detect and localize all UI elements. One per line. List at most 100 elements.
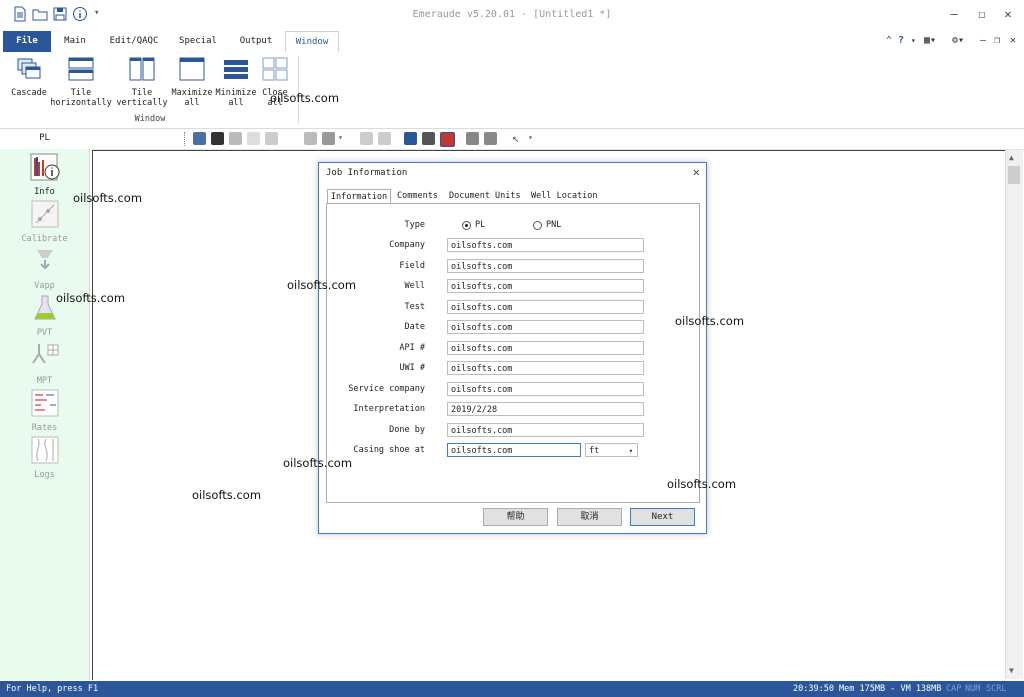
help-dropdown-icon[interactable]: ▾ bbox=[911, 33, 916, 49]
tool-a-icon[interactable] bbox=[466, 132, 479, 145]
company-label: Company bbox=[389, 240, 425, 250]
ribbon-minimize-button[interactable]: – bbox=[980, 33, 986, 49]
date-field[interactable]: oilsofts.com bbox=[447, 320, 644, 334]
tile-vertically-icon bbox=[129, 57, 155, 81]
status-scrl: SCRL bbox=[986, 684, 1007, 694]
cascade-label: Cascade bbox=[11, 88, 47, 98]
casing-unit-select[interactable]: ft ▾ bbox=[585, 443, 638, 457]
chevron-down-icon: ▾ bbox=[628, 447, 633, 455]
grid-icon[interactable] bbox=[247, 132, 260, 145]
ribbon-collapse-icon[interactable]: ⌃ bbox=[886, 33, 892, 49]
maximize-window-button[interactable]: ☐ bbox=[968, 3, 996, 25]
service-company-label: Service company bbox=[348, 384, 425, 394]
tab-output[interactable]: Output bbox=[232, 31, 280, 52]
type-pl-label: PL bbox=[475, 220, 486, 230]
zoom-icon[interactable] bbox=[265, 132, 278, 145]
tools-icon[interactable]: ⚙▾ bbox=[952, 33, 964, 49]
close-window-button[interactable]: ✕ bbox=[994, 3, 1022, 25]
ribbon-restore-button[interactable]: ❐ bbox=[994, 33, 1000, 49]
tile-vertically-button[interactable]: Tile vertically bbox=[116, 56, 168, 108]
vertical-scrollbar[interactable]: ▲ ▼ bbox=[1005, 150, 1023, 679]
home-icon[interactable] bbox=[193, 132, 206, 145]
close-all-icon bbox=[262, 57, 288, 81]
sidebar-item-calibrate[interactable]: Calibrate bbox=[0, 199, 89, 244]
done-by-field[interactable]: oilsofts.com bbox=[447, 423, 644, 437]
redo-icon[interactable] bbox=[378, 132, 391, 145]
minimize-all-button[interactable]: Minimize all bbox=[214, 56, 258, 108]
test-label: Test bbox=[404, 302, 425, 312]
refresh-icon[interactable] bbox=[304, 132, 317, 145]
sidebar-item-mpt[interactable]: MPT bbox=[0, 341, 89, 386]
maximize-all-button[interactable]: Maximize all bbox=[170, 56, 214, 108]
tab-file[interactable]: File bbox=[3, 31, 51, 52]
type-pl-radio[interactable] bbox=[462, 221, 471, 230]
api-field[interactable]: oilsofts.com bbox=[447, 341, 644, 355]
tab-document-units[interactable]: Document Units bbox=[449, 189, 521, 203]
calibrate-icon bbox=[31, 200, 58, 228]
sidebar-item-label: Rates bbox=[31, 423, 58, 433]
tile-horizontally-button[interactable]: Tile horizontally bbox=[50, 56, 112, 108]
tab-well-location[interactable]: Well Location bbox=[531, 189, 598, 203]
information-tab-panel: Type PL PNL Company oilsofts.com Field o… bbox=[326, 203, 700, 503]
interpretation-field[interactable]: 2019/2/28 bbox=[447, 402, 644, 416]
scroll-down-icon[interactable]: ▼ bbox=[1009, 666, 1014, 675]
panel-label: PL bbox=[39, 133, 50, 143]
test-field[interactable]: oilsofts.com bbox=[447, 300, 644, 314]
tab-main[interactable]: Main bbox=[56, 31, 94, 52]
ribbon-close-button[interactable]: ✕ bbox=[1010, 33, 1016, 49]
company-field[interactable]: oilsofts.com bbox=[447, 238, 644, 252]
scroll-up-icon[interactable]: ▲ bbox=[1009, 153, 1014, 162]
date-label: Date bbox=[404, 322, 425, 332]
layout-icon[interactable]: ▦▾ bbox=[924, 33, 936, 49]
watermark-text: oilsofts.com bbox=[283, 456, 353, 470]
undo-icon[interactable] bbox=[360, 132, 373, 145]
status-memory-text: 20:39:50 Mem 175MB - VM 138MB bbox=[793, 684, 942, 694]
field-field[interactable]: oilsofts.com bbox=[447, 259, 644, 273]
watermark-text: oilsofts.com bbox=[667, 477, 737, 491]
cascade-button[interactable]: Cascade bbox=[6, 56, 52, 98]
sidebar-item-vapp[interactable]: Vapp bbox=[0, 246, 89, 291]
view-dropdown-icon[interactable]: ▾ bbox=[338, 133, 343, 142]
help-button[interactable]: 帮助 bbox=[483, 508, 548, 526]
flow-icon[interactable] bbox=[440, 132, 455, 147]
watermark-text: oilsofts.com bbox=[192, 488, 262, 502]
sidebar-item-label: PVT bbox=[36, 328, 53, 338]
tile-vertically-label: Tile vertically bbox=[116, 88, 168, 108]
service-company-field[interactable]: oilsofts.com bbox=[447, 382, 644, 396]
dialog-close-icon[interactable]: ✕ bbox=[693, 165, 700, 179]
minimize-window-button[interactable]: — bbox=[940, 3, 968, 25]
cancel-button[interactable]: 取消 bbox=[557, 508, 622, 526]
interpretation-label: Interpretation bbox=[353, 404, 425, 414]
pointer-icon[interactable]: ↖ bbox=[512, 131, 519, 145]
book-icon[interactable] bbox=[404, 132, 417, 145]
scroll-thumb[interactable] bbox=[1008, 166, 1020, 184]
info-chart-icon bbox=[30, 153, 59, 181]
sidebar-item-label: MPT bbox=[36, 376, 53, 386]
help-icon[interactable]: ? bbox=[898, 33, 904, 49]
sidebar-item-logs[interactable]: Logs bbox=[0, 435, 89, 480]
view-icon[interactable] bbox=[322, 132, 335, 145]
tab-window[interactable]: Window bbox=[285, 31, 339, 54]
tab-edit-qaqc[interactable]: Edit/QAQC bbox=[104, 31, 164, 52]
tab-comments[interactable]: Comments bbox=[397, 189, 438, 203]
next-button[interactable]: Next bbox=[630, 508, 695, 526]
casing-shoe-label: Casing shoe at bbox=[353, 445, 425, 455]
layers-icon[interactable] bbox=[211, 132, 224, 145]
uwi-field[interactable]: oilsofts.com bbox=[447, 361, 644, 375]
curve-icon[interactable] bbox=[422, 132, 435, 145]
well-field[interactable]: oilsofts.com bbox=[447, 279, 644, 293]
mpt-icon bbox=[31, 344, 58, 364]
done-by-label: Done by bbox=[389, 425, 425, 435]
sidebar-item-label: Vapp bbox=[34, 281, 55, 291]
sidebar-item-rates[interactable]: Rates bbox=[0, 388, 89, 433]
casing-shoe-field[interactable]: oilsofts.com bbox=[447, 443, 581, 457]
status-num: NUM bbox=[965, 684, 981, 694]
type-pnl-radio[interactable] bbox=[533, 221, 542, 230]
watermark-text: oilsofts.com bbox=[287, 278, 357, 292]
tool-b-icon[interactable] bbox=[484, 132, 497, 145]
pointer-dropdown-icon[interactable]: ▾ bbox=[528, 133, 533, 142]
watermark-text: oilsofts.com bbox=[73, 191, 143, 205]
print-icon[interactable] bbox=[229, 132, 242, 145]
watermark-text: oilsofts.com bbox=[270, 91, 340, 105]
tab-special[interactable]: Special bbox=[172, 31, 224, 52]
